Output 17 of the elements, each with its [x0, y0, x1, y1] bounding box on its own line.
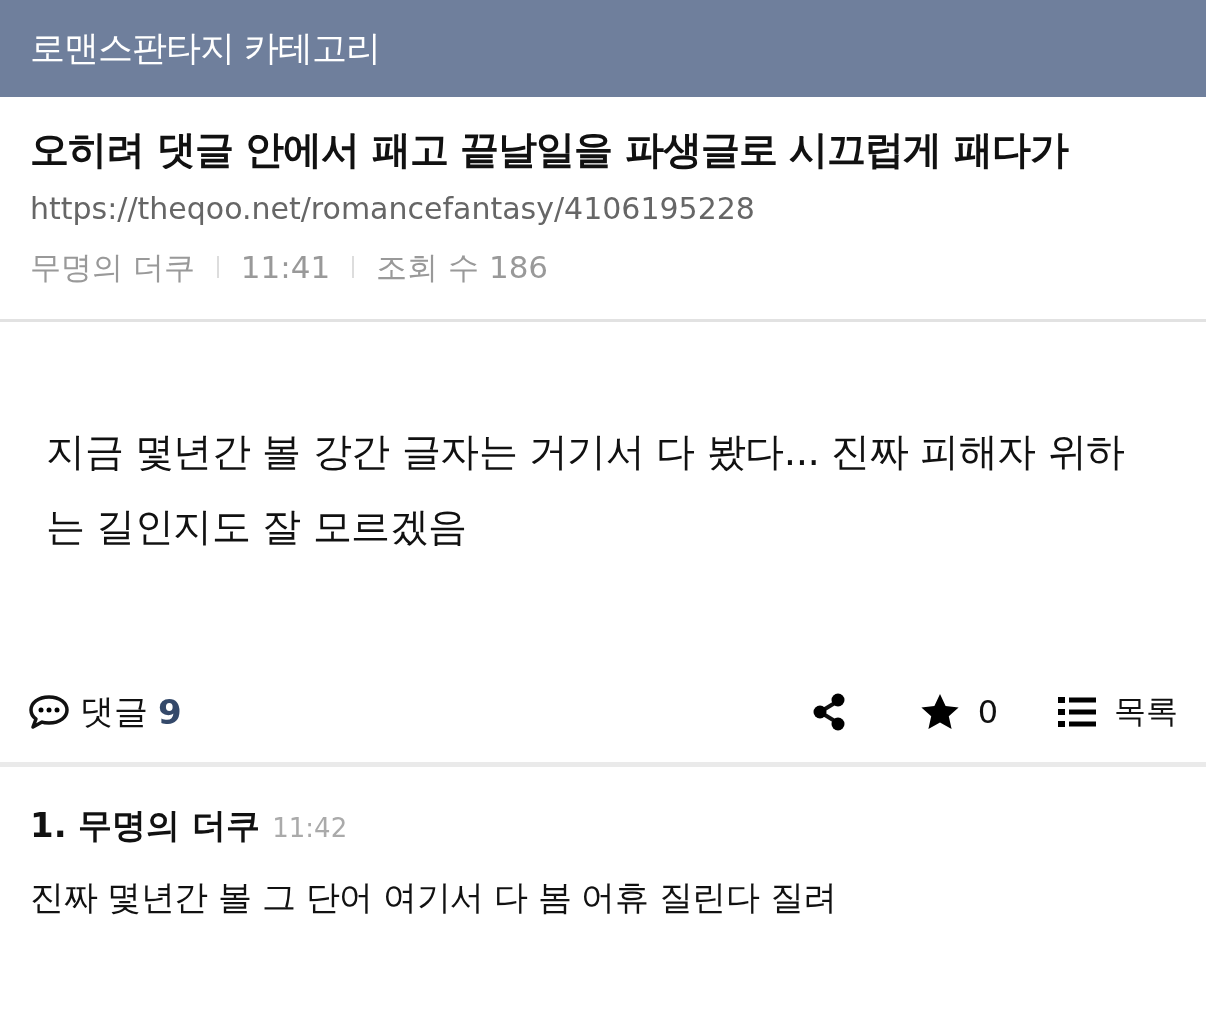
speech-bubble-icon: [28, 694, 70, 730]
comment-time: 11:42: [272, 813, 348, 843]
post-title: 오히려 댓글 안에서 패고 끝날일을 파생글로 시끄럽게 패다가: [30, 126, 1070, 174]
share-icon[interactable]: [811, 693, 846, 731]
star-button[interactable]: 0: [919, 693, 998, 731]
star-icon: [919, 693, 960, 731]
view-count: 조회 수 186: [376, 248, 549, 287]
comments-button[interactable]: 댓글 9: [28, 689, 182, 735]
post-author: 무명의 더쿠: [30, 248, 195, 287]
post-url[interactable]: https://theqoo.net/romancefantasy/4106195228: [30, 187, 1176, 231]
category-title: 로맨스판타지 카테고리: [30, 27, 381, 70]
post-time: 11:41: [240, 248, 331, 287]
post-body: 지금 몇년간 볼 강간 글자는 거기서 다 봤다... 진짜 피해자 위하는 길인지도 잘 모르겠음: [46, 428, 1126, 551]
comment-text: 진짜 몇년간 볼 그 단어 여기서 다 봄 어휴 질린다 질려: [30, 876, 838, 919]
list-icon: [1058, 697, 1096, 727]
list-button[interactable]: 목록: [1058, 690, 1178, 734]
comment-author: 1. 무명의 더쿠: [30, 804, 261, 847]
